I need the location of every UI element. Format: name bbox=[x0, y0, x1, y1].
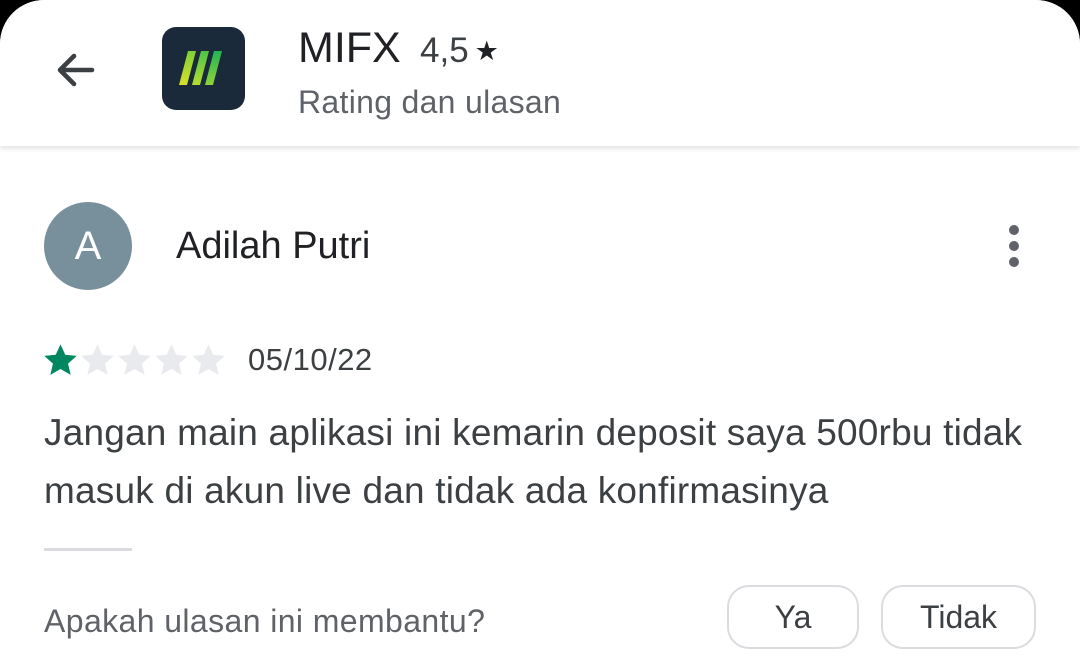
top-app-bar: MIFX 4,5 ★ Rating dan ulasan bbox=[0, 0, 1080, 146]
page-subtitle: Rating dan ulasan bbox=[298, 84, 562, 120]
star-empty-icon bbox=[81, 343, 114, 375]
helpful-yes-button[interactable]: Ya bbox=[727, 585, 859, 649]
more-vertical-icon bbox=[1009, 225, 1019, 267]
star-empty-icon bbox=[192, 343, 225, 375]
divider bbox=[44, 548, 132, 551]
app-screen: MIFX 4,5 ★ Rating dan ulasan A Adilah Pu… bbox=[0, 0, 1080, 670]
star-empty-icon bbox=[155, 343, 188, 375]
app-rating-value: 4,5 bbox=[420, 31, 469, 70]
back-button[interactable] bbox=[40, 34, 112, 106]
avatar: A bbox=[44, 202, 132, 290]
mifx-app-icon[interactable] bbox=[162, 27, 245, 110]
star-empty-icon bbox=[118, 343, 151, 375]
reviewer-name: Adilah Putri bbox=[176, 225, 371, 267]
arrow-left-icon bbox=[57, 53, 95, 87]
app-rating: 4,5 ★ bbox=[420, 28, 499, 74]
star-icon: ★ bbox=[474, 36, 499, 66]
helpful-no-button[interactable]: Tidak bbox=[881, 585, 1036, 649]
helpful-question: Apakah ulasan ini membantu? bbox=[44, 603, 486, 639]
review-star-rating bbox=[42, 338, 227, 382]
app-title: MIFX bbox=[298, 24, 401, 72]
star-filled-icon bbox=[44, 343, 77, 375]
review-date: 05/10/22 bbox=[248, 342, 373, 377]
review-text: Jangan main aplikasi ini kemarin deposit… bbox=[44, 412, 1023, 511]
more-options-button[interactable] bbox=[984, 216, 1044, 276]
mifx-logo-stripes bbox=[179, 51, 222, 85]
